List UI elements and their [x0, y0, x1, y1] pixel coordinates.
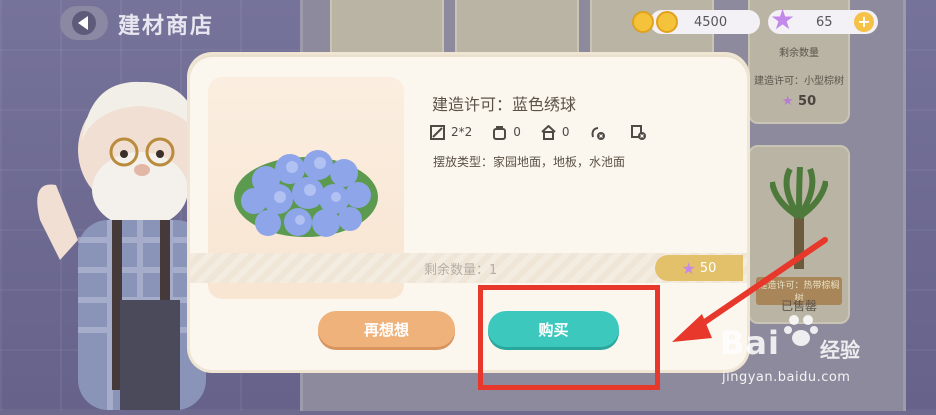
- add-gems-button[interactable]: +: [854, 12, 874, 32]
- page-title: 建材商店: [118, 14, 215, 39]
- gem-value: 65: [816, 14, 833, 30]
- paw-logo: [784, 315, 818, 346]
- coin-slot-icon: [632, 11, 654, 33]
- rethink-button[interactable]: 再想想: [318, 311, 455, 347]
- item-cert-label: 建造许可：小型棕树: [754, 76, 844, 87]
- highlight-annotation: [478, 285, 660, 390]
- placement-type: 摆放类型：家园地面，地板，水池面: [433, 155, 626, 169]
- back-arrow-icon: [72, 11, 96, 35]
- home-icon: [541, 124, 556, 140]
- item-title: 建造许可：蓝色绣球: [432, 95, 577, 114]
- attr-size: 2*2: [430, 124, 472, 140]
- size-icon: [430, 124, 445, 140]
- item-price: ★ 50: [781, 94, 817, 109]
- no-copy-icon: [630, 124, 646, 140]
- watermark-brand-cn: 经验: [820, 338, 860, 362]
- watermark-brand: Bai: [720, 324, 780, 362]
- attr-no-copy: [630, 124, 652, 140]
- gold-value: 4500: [694, 14, 728, 30]
- gold-coin-icon: [656, 11, 678, 33]
- attr-no-rotate: [590, 125, 611, 140]
- attr-bag: 0: [492, 125, 521, 140]
- remaining-label: 剩余数量: [779, 48, 819, 59]
- attr-home: 0: [541, 124, 570, 140]
- item-attributes: 2*2 0 0: [430, 121, 730, 143]
- remaining-count: 剩余数量：1: [424, 263, 498, 278]
- no-rotate-icon: [591, 126, 605, 140]
- watermark-url: jingyan.baidu.com: [722, 370, 851, 385]
- star-icon: ★: [781, 94, 794, 109]
- star-icon: ★: [770, 3, 796, 36]
- back-button[interactable]: [60, 6, 108, 40]
- bag-icon: [493, 125, 507, 140]
